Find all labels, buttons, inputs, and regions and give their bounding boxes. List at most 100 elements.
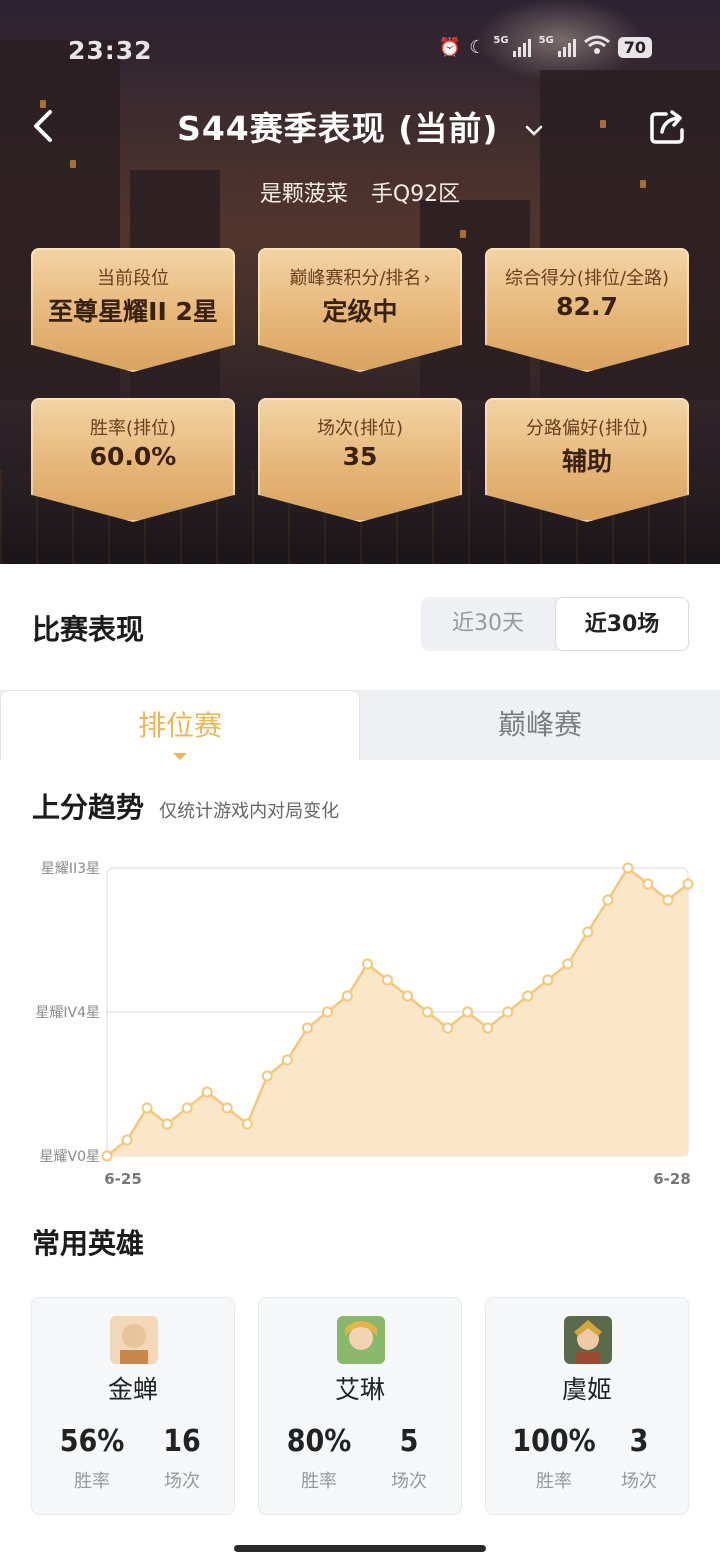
stat-value: 辅助 xyxy=(561,447,612,476)
hero-games: 16 场次 xyxy=(163,1424,201,1492)
signal-icon xyxy=(557,38,576,57)
trend-title: 上分趋势 xyxy=(32,791,145,824)
y-tick-label: 星耀IV4星 xyxy=(35,1005,100,1021)
chart-point xyxy=(402,990,414,1002)
chart-point xyxy=(682,878,694,890)
status-time: 23:32 xyxy=(68,36,153,65)
y-tick-label: 星耀II3星 xyxy=(41,861,100,877)
range-toggle: 近30天 近30场 xyxy=(421,597,689,651)
trend-header: 上分趋势 仅统计游戏内对局变化 xyxy=(32,786,339,826)
hero-name: 金蝉 xyxy=(107,1375,158,1404)
player-name: 是颗菠菜 xyxy=(259,182,348,207)
range-option-30-games[interactable]: 近30场 xyxy=(555,597,689,651)
moon-icon: ☾ xyxy=(469,37,486,58)
stat-label: 胜率(排位) xyxy=(89,418,177,439)
signal-icon xyxy=(512,38,531,57)
chart-point xyxy=(201,1086,213,1098)
share-button[interactable] xyxy=(648,106,688,146)
jinchan-avatar-icon xyxy=(110,1316,158,1364)
hero-card[interactable]: 艾琳 80% 胜率 5 场次 xyxy=(258,1297,462,1515)
stat-value: 82.7 xyxy=(556,292,618,321)
hero-games: 3 场次 xyxy=(621,1424,657,1492)
lantern-light xyxy=(70,160,76,168)
tab-ranked[interactable]: 排位赛 xyxy=(0,690,360,760)
chart-point xyxy=(101,1150,113,1162)
nav-bar: S44赛季表现 (当前) xyxy=(0,96,720,156)
share-icon xyxy=(650,110,684,144)
chart-point xyxy=(662,894,674,906)
chart-point xyxy=(281,1054,293,1066)
chart-point xyxy=(301,1022,313,1034)
status-icons: ⏰ ☾ 5G 5G 70 xyxy=(439,35,652,60)
chart-point xyxy=(361,958,373,970)
chart-point xyxy=(321,1006,333,1018)
home-indicator[interactable] xyxy=(234,1545,486,1552)
chart-point xyxy=(181,1102,193,1114)
chart-point xyxy=(522,990,534,1002)
chart-point xyxy=(582,926,594,938)
trend-chart-svg: 星耀V0星 星耀IV4星星耀II3星 6-25 6-28 xyxy=(35,861,694,1188)
chart-point xyxy=(442,1022,454,1034)
chart-point xyxy=(542,974,554,986)
hero-card[interactable]: 虞姬 100% 胜率 3 场次 xyxy=(485,1297,689,1515)
trend-note: 仅统计游戏内对局变化 xyxy=(159,801,340,822)
stat-label: 当前段位 xyxy=(97,268,169,289)
network-label: 5G xyxy=(538,35,554,46)
network-label: 5G xyxy=(493,35,509,46)
hero-win-rate: 56% 胜率 xyxy=(59,1424,125,1492)
chevron-down-icon xyxy=(525,125,543,136)
chart-point xyxy=(241,1118,253,1130)
chart-point xyxy=(502,1006,514,1018)
chart-point xyxy=(482,1022,494,1034)
chart-point xyxy=(562,958,574,970)
stat-label: 分路偏好(排位) xyxy=(525,418,649,439)
mode-tabs: 排位赛 巅峰赛 xyxy=(0,690,720,760)
stat-label: 巅峰赛积分/排名 › xyxy=(289,268,431,289)
chart-point xyxy=(602,894,614,906)
hero-win-rate: 100% 胜率 xyxy=(512,1424,596,1492)
chart-point xyxy=(622,862,634,874)
chart-point xyxy=(121,1134,133,1146)
page-title: S44赛季表现 (当前) xyxy=(177,109,499,148)
x-tick-label: 6-25 xyxy=(104,1170,142,1188)
section-title-heroes: 常用英雄 xyxy=(32,1227,145,1260)
chart-point xyxy=(141,1102,153,1114)
ailin-avatar-icon xyxy=(337,1316,385,1364)
hero-win-rate: 80% 胜率 xyxy=(286,1424,352,1492)
season-selector[interactable]: S44赛季表现 (当前) xyxy=(0,102,720,150)
player-info: 是颗菠菜 手Q92区 xyxy=(0,176,720,208)
x-tick-label: 6-28 xyxy=(653,1170,691,1188)
stat-label: 综合得分(排位/全路) xyxy=(504,268,670,289)
hero-card[interactable]: 金蝉 56% 胜率 16 场次 xyxy=(31,1297,235,1515)
lantern-light xyxy=(460,230,466,238)
stat-label: 场次(排位) xyxy=(316,418,404,439)
battery-icon: 70 xyxy=(617,37,652,58)
range-option-30-days[interactable]: 近30天 xyxy=(421,597,555,651)
trend-chart: 星耀V0星 星耀IV4星 星耀II3星 6-25 6-28 xyxy=(0,850,720,1200)
chart-point xyxy=(381,974,393,986)
status-bar: 23:32 ⏰ ☾ 5G 5G 70 xyxy=(0,22,720,76)
chart-point xyxy=(642,878,654,890)
active-tab-indicator xyxy=(173,753,187,760)
player-server: 手Q92区 xyxy=(370,182,461,207)
y-tick-label: 星耀V0星 xyxy=(40,1149,100,1165)
hero-name: 艾琳 xyxy=(334,1375,385,1404)
stat-value: 60.0% xyxy=(89,442,177,471)
hero-name: 虞姬 xyxy=(561,1375,612,1404)
chart-point xyxy=(462,1006,474,1018)
wifi-icon xyxy=(583,35,610,60)
chart-point xyxy=(341,990,353,1002)
tab-peak[interactable]: 巅峰赛 xyxy=(360,690,720,760)
section-title-performance: 比赛表现 xyxy=(32,613,145,646)
chart-point xyxy=(161,1118,173,1130)
chevron-right-icon: › xyxy=(423,268,431,289)
yuji-avatar-icon xyxy=(564,1316,612,1364)
chart-point xyxy=(221,1102,233,1114)
stat-value: 至尊星耀II 2星 xyxy=(48,297,218,326)
hero-games: 5 场次 xyxy=(391,1424,427,1492)
stat-value: 35 xyxy=(342,442,378,471)
alarm-icon: ⏰ xyxy=(438,37,462,58)
chart-point xyxy=(422,1006,434,1018)
stat-value: 定级中 xyxy=(322,297,398,326)
chart-point xyxy=(261,1070,273,1082)
